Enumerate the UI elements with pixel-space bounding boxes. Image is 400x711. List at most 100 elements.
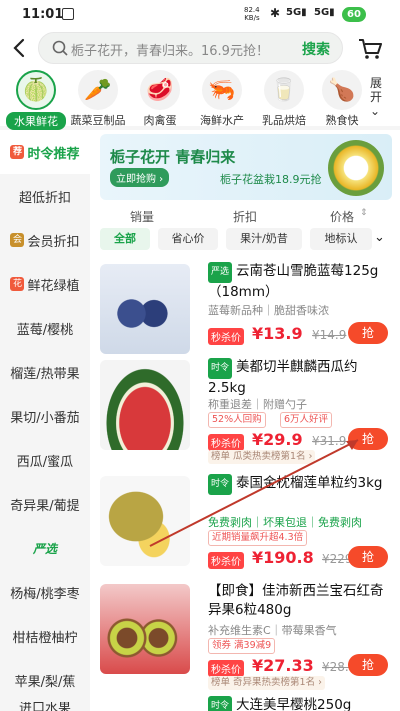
product-card[interactable]: 时令 美都切半麒麟西瓜约2.5kg 称重退差｜附赠勺子 52%人回购 6万人好评 … [90, 356, 400, 466]
rank-tag[interactable]: 榜单 奇异果热卖榜第1名 › [208, 676, 325, 690]
sidebar-item-blueberry[interactable]: 蓝莓/樱桃 [0, 306, 90, 350]
search-icon [52, 40, 68, 56]
sidebar-item-seasonal[interactable]: 荐时令推荐 [0, 130, 90, 174]
rank-tag[interactable]: 榜单 瓜类热卖榜第1名 › [208, 450, 316, 464]
sidebar-item-citrus[interactable]: 柑桔橙柚柠 [0, 614, 90, 658]
promo-banner[interactable]: 栀子花开 青春归来 立即抢购 › 栀子花盆栽18.9元抢 [100, 134, 392, 200]
bluetooth-icon: ✱ [270, 6, 281, 20]
sidebar-item-melon[interactable]: 西瓜/蜜瓜 [0, 438, 90, 482]
category-label: 海鲜水产 [200, 114, 244, 127]
sidebar-item-imported[interactable]: 进口水果 [0, 702, 90, 711]
sidebar-item-label: 榴莲/热带果 [10, 366, 80, 382]
category-icon: 🥕 [78, 70, 118, 110]
product-card[interactable]: 时令 大连美早樱桃250g [90, 694, 400, 711]
banner-subtitle: 栀子花盆栽18.9元抢 [220, 173, 322, 186]
product-card[interactable]: 【即食】佳沛新西兰宝石红奇异果6粒480g 补充维生素C｜带莓果香气 领券 满3… [90, 580, 400, 690]
product-price: ¥13.9 [252, 324, 303, 343]
sort-discount[interactable]: 折扣 [233, 208, 257, 225]
product-price: ¥29.9 [252, 430, 303, 449]
sunflower-image [328, 140, 384, 196]
sidebar-item-label: 奇异果/葡提 [10, 498, 80, 514]
price-label: 秒杀价 [208, 660, 244, 677]
sidebar: 荐时令推荐 超低折扣 会会员折扣 花鲜花绿植 蓝莓/樱桃 榴莲/热带果 果切/小… [0, 130, 90, 711]
sort-price[interactable]: 价格 [330, 208, 354, 225]
filter-value[interactable]: 省心价 [158, 228, 218, 250]
flower-tag-icon: 花 [10, 277, 25, 291]
category-icon: 🥛 [264, 70, 304, 110]
product-title-text: 云南苍山雪脆蓝莓125g（18mm） [208, 263, 379, 300]
product-title-text: 大连美早樱桃250g [236, 697, 352, 711]
member-tag-icon: 会 [10, 233, 25, 247]
cart-icon[interactable] [356, 34, 384, 62]
product-badge: 时令 [208, 696, 233, 711]
original-price: ¥31.9 [312, 434, 347, 448]
blueberry-image [100, 264, 190, 354]
kiwi-image [100, 584, 190, 674]
review-pill: 6万人好评 [280, 412, 333, 428]
sidebar-item-bayberry[interactable]: 杨梅/桃李枣 [0, 570, 90, 614]
product-title: 严选 云南苍山雪脆蓝莓125g（18mm） [208, 262, 394, 302]
sidebar-item-label: 会员折扣 [27, 234, 80, 250]
filter-all[interactable]: 全部 [100, 228, 150, 250]
sidebar-item-label: 进口水果 [18, 702, 71, 711]
product-title: 时令 大连美早樱桃250g [208, 696, 394, 711]
search-bar[interactable]: 栀子花开，青春归来。16.9元抢！ 搜索 [38, 32, 343, 64]
buy-button[interactable]: 抢 [348, 546, 388, 568]
category-deli[interactable]: 🍗 熟食快 [316, 70, 368, 128]
product-price: ¥27.33 [252, 656, 314, 675]
original-price: ¥14.9 [312, 328, 347, 342]
category-icon: 🥩 [140, 70, 180, 110]
filter-local[interactable]: 地标认 [310, 228, 372, 250]
category-label: 熟食快 [325, 114, 359, 127]
sidebar-item-apple[interactable]: 苹果/梨/蕉 [0, 658, 90, 702]
expand-button[interactable]: 展开 ⌄ [370, 76, 392, 118]
repurchase-pill: 52%人回购 [208, 412, 266, 428]
category-seafood[interactable]: 🦐 海鲜水产 [192, 70, 252, 128]
product-card[interactable]: 时令 泰国金枕榴莲单粒约3kg 免费剥肉｜坏果包退｜免费剥肉 近期销量飙升超4.3… [90, 472, 400, 572]
category-label: 肉禽蛋 [143, 114, 177, 127]
buy-button[interactable]: 抢 [348, 428, 388, 450]
filter-juice[interactable]: 果汁/奶昔 [226, 228, 302, 250]
buy-button[interactable]: 抢 [348, 322, 388, 344]
filter-chips: 全部 省心价 果汁/奶昔 地标认 ⌄ [98, 228, 400, 254]
category-fruit[interactable]: 🍈 水果鲜花 [6, 70, 66, 130]
buy-button[interactable]: 抢 [348, 654, 388, 676]
notification-icon [62, 8, 74, 20]
chevron-down-icon[interactable]: ⌄ [374, 230, 385, 245]
category-meat[interactable]: 🥩 肉禽蛋 [130, 70, 190, 128]
product-title: 【即食】佳沛新西兰宝石红奇异果6粒480g [208, 583, 384, 618]
sidebar-item-label: 果切/小番茄 [10, 410, 80, 426]
banner-cta[interactable]: 立即抢购 › [110, 168, 170, 187]
sidebar-item-durian[interactable]: 榴莲/热带果 [0, 350, 90, 394]
price-label: 秒杀价 [208, 552, 244, 569]
recommend-tag-icon: 荐 [10, 145, 25, 159]
product-badge: 时令 [208, 474, 233, 495]
back-button[interactable] [10, 36, 30, 60]
coupon-pill[interactable]: 领券 满39减9 [208, 638, 276, 654]
network-speed: 82.4 KB/s [244, 6, 260, 22]
sales-pill: 近期销量飙升超4.3倍 [208, 530, 308, 546]
sidebar-item-low-discount[interactable]: 超低折扣 [0, 174, 90, 218]
sidebar-item-flowers[interactable]: 花鲜花绿植 [0, 262, 90, 306]
sidebar-item-cut-fruit[interactable]: 果切/小番茄 [0, 394, 90, 438]
category-vegetables[interactable]: 🥕 蔬菜豆制品 [68, 70, 128, 128]
product-card[interactable]: 严选 云南苍山雪脆蓝莓125g（18mm） 蓝莓新品种｜脆甜香味浓 秒杀价 ¥13… [90, 260, 400, 354]
category-label: 水果鲜花 [6, 112, 66, 130]
sidebar-item-selected[interactable]: 严选 [0, 526, 90, 570]
sidebar-item-kiwi[interactable]: 奇异果/葡提 [0, 482, 90, 526]
category-label: 乳品烘焙 [262, 114, 306, 127]
back-arrow-icon [13, 38, 25, 58]
sidebar-item-label: 超低折扣 [18, 190, 71, 206]
sidebar-item-label: 蓝莓/樱桃 [16, 322, 74, 338]
expand-label: 展开 [370, 76, 383, 104]
category-dairy[interactable]: 🥛 乳品烘焙 [254, 70, 314, 128]
status-bar: 11:01 82.4 KB/s ✱ 5G▮ 5G▮ 60 [0, 0, 400, 30]
sort-sales[interactable]: 销量 [130, 208, 154, 225]
category-icon: 🦐 [202, 70, 242, 110]
sidebar-item-label: 时令推荐 [27, 146, 80, 162]
search-button[interactable]: 搜索 [302, 39, 330, 59]
product-title-text: 泰国金枕榴莲单粒约3kg [236, 475, 383, 491]
sidebar-item-label: 鲜花绿植 [27, 278, 80, 294]
sidebar-item-member[interactable]: 会会员折扣 [0, 218, 90, 262]
sidebar-item-label: 柑桔橙柚柠 [12, 630, 78, 646]
